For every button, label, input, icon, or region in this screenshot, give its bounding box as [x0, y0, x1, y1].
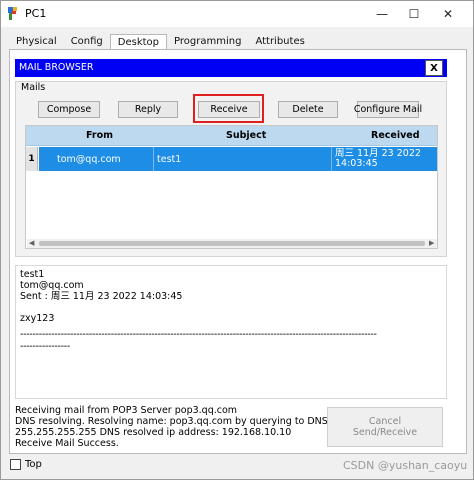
preview-divider-continued: ---------------- [20, 341, 71, 352]
mails-group-label: Mails [21, 82, 46, 93]
tab-attributes[interactable]: Attributes [248, 34, 311, 50]
preview-from: tom@qq.com [20, 280, 84, 291]
tab-bar: Physical Config Desktop Programming Attr… [9, 34, 312, 50]
status-line: Receiving mail from POP3 Server pop3.qq.… [15, 405, 238, 416]
title-bar: PC1 — ☐ ✕ [1, 1, 473, 27]
cell-from: tom@qq.com [54, 147, 154, 171]
preview-spacer-2 [20, 324, 442, 328]
configure-mail-button[interactable]: Configure Mail [354, 101, 422, 118]
cell-subject: test1 [154, 147, 332, 171]
preview-subject: test1 [20, 269, 45, 280]
tab-physical[interactable]: Physical [9, 34, 64, 50]
watermark: CSDN @yushan_caoyu [343, 459, 468, 472]
receive-highlight-box [193, 94, 264, 123]
preview-divider: ----------------------------------------… [20, 329, 377, 340]
status-line: Receive Mail Success. [15, 438, 119, 449]
column-header-from[interactable]: From [86, 130, 113, 141]
reply-button[interactable]: Reply [118, 101, 178, 118]
preview-spacer [20, 302, 442, 313]
status-line: 255.255.255.255 DNS resolved ip address:… [15, 427, 292, 438]
top-checkbox[interactable] [10, 459, 21, 470]
column-header-subject[interactable]: Subject [226, 130, 266, 141]
table-header: From Subject Received [26, 126, 437, 146]
scrollbar-thumb[interactable] [39, 241, 425, 246]
mail-list-table: From Subject Received 1 tom@qq.com test1… [25, 125, 438, 249]
mail-browser-title: MAIL BROWSER [19, 62, 94, 73]
cell-received: 周三 11月 23 2022 14:03:45 [332, 147, 436, 171]
cancel-label: Cancel [368, 416, 402, 427]
delete-button[interactable]: Delete [278, 101, 338, 118]
tab-programming[interactable]: Programming [167, 34, 248, 50]
packet-tracer-app-icon [8, 7, 17, 20]
send-receive-label: Send/Receive [352, 427, 418, 438]
received-time: 14:03:45 [335, 158, 378, 169]
pc1-window: PC1 — ☐ ✕ Physical Config Desktop Progra… [0, 0, 474, 480]
top-checkbox-label: Top [25, 459, 42, 470]
preview-sent: Sent : 周三 11月 23 2022 14:03:45 [20, 291, 183, 302]
status-log: Receiving mail from POP3 Server pop3.qq.… [15, 405, 366, 451]
status-line: DNS resolving. Resolving name: pop3.qq.c… [15, 416, 366, 427]
scroll-right-arrow-icon[interactable]: ▶ [429, 239, 434, 248]
mail-browser-title-bar: MAIL BROWSER [15, 59, 447, 77]
maximize-button[interactable]: ☐ [399, 1, 429, 27]
cancel-send-receive-button[interactable]: Cancel Send/Receive [327, 407, 443, 447]
row-index: 1 [26, 147, 38, 171]
column-header-received[interactable]: Received [371, 130, 420, 141]
table-row[interactable]: 1 tom@qq.com test1 周三 11月 23 2022 14:03:… [26, 147, 437, 171]
minimize-button[interactable]: — [367, 1, 397, 27]
mail-browser-close-button[interactable]: X [425, 60, 443, 76]
preview-body: zxy123 [20, 313, 55, 324]
message-preview-pane[interactable]: test1 tom@qq.com Sent : 周三 11月 23 2022 1… [15, 265, 447, 399]
horizontal-scrollbar[interactable]: ◀ ▶ [27, 239, 437, 248]
window-title: PC1 [25, 7, 47, 20]
window-close-button[interactable]: ✕ [433, 1, 463, 27]
compose-button[interactable]: Compose [38, 101, 100, 118]
scroll-left-arrow-icon[interactable]: ◀ [29, 239, 34, 248]
tab-desktop[interactable]: Desktop [109, 34, 168, 50]
tab-config[interactable]: Config [64, 34, 110, 50]
